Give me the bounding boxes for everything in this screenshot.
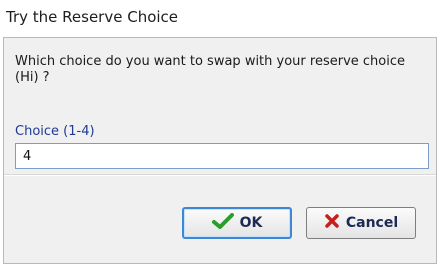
reserve-choice-dialog: Try the Reserve Choice Which choice do y… (0, 0, 441, 266)
choice-field-label: Choice (1-4) (15, 124, 95, 139)
ok-label: OK (239, 215, 263, 231)
button-divider (4, 174, 436, 176)
dialog-body: Which choice do you want to swap with yo… (3, 37, 437, 264)
ok-button[interactable]: OK (182, 207, 292, 239)
question-text: Which choice do you want to swap with yo… (15, 54, 405, 85)
checkmark-icon (211, 213, 234, 233)
cancel-label: Cancel (345, 215, 399, 231)
cancel-button[interactable]: Cancel (306, 207, 416, 239)
title-bar[interactable]: Try the Reserve Choice (0, 0, 441, 36)
choice-input[interactable] (15, 143, 429, 169)
x-icon (324, 213, 340, 233)
window-title: Try the Reserve Choice (6, 8, 179, 26)
